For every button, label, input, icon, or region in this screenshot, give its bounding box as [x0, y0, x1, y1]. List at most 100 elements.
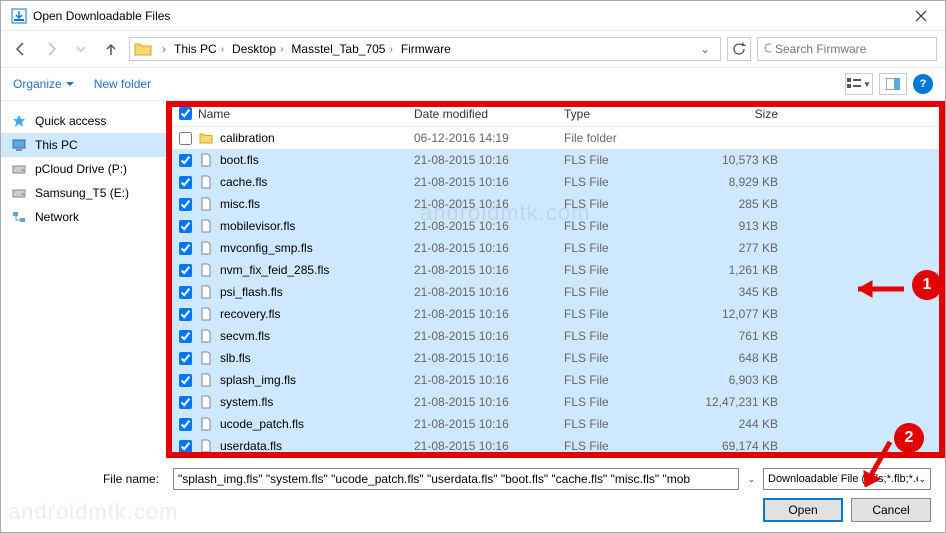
- file-row[interactable]: mvconfig_smp.fls21-08-2015 10:16FLS File…: [166, 237, 945, 259]
- file-row[interactable]: calibration06-12-2016 14:19File folder: [166, 127, 945, 149]
- row-checkbox[interactable]: [179, 418, 192, 431]
- file-size: 12,077 KB: [694, 307, 794, 321]
- toolbar: Organize New folder ▼ ?: [1, 67, 945, 101]
- file-name: cache.fls: [220, 175, 414, 189]
- forward-button[interactable]: [39, 37, 63, 61]
- file-icon: [198, 241, 214, 255]
- file-icon: [198, 373, 214, 387]
- file-list-area: Name Date modified Type Size calibration…: [166, 101, 945, 458]
- select-all-checkbox[interactable]: [179, 107, 192, 120]
- file-row[interactable]: userdata.fls21-08-2015 10:16FLS File69,1…: [166, 435, 945, 457]
- col-type[interactable]: Type: [564, 107, 694, 121]
- file-size: 285 KB: [694, 197, 794, 211]
- nav-item-this-pc[interactable]: This PC: [1, 133, 166, 157]
- preview-pane-button[interactable]: [879, 73, 907, 95]
- close-icon: [915, 10, 927, 22]
- file-type: FLS File: [564, 307, 694, 321]
- file-name: ucode_patch.fls: [220, 417, 414, 431]
- row-checkbox[interactable]: [179, 198, 192, 211]
- row-checkbox[interactable]: [179, 352, 192, 365]
- back-button[interactable]: [9, 37, 33, 61]
- nav-item-quick-access[interactable]: Quick access: [1, 109, 166, 133]
- organize-menu[interactable]: Organize: [13, 77, 74, 91]
- app-icon: [11, 8, 27, 24]
- row-checkbox[interactable]: [179, 154, 192, 167]
- file-name: mvconfig_smp.fls: [220, 241, 414, 255]
- open-button[interactable]: Open: [763, 498, 843, 522]
- file-row[interactable]: misc.fls21-08-2015 10:16FLS File285 KB: [166, 193, 945, 215]
- search-input[interactable]: [775, 42, 930, 56]
- file-size: 10,573 KB: [694, 153, 794, 167]
- nav-bar: › This PC› Desktop› Masstel_Tab_705› Fir…: [1, 31, 945, 67]
- file-icon: [198, 175, 214, 189]
- row-checkbox[interactable]: [179, 396, 192, 409]
- row-checkbox[interactable]: [179, 308, 192, 321]
- dropdown-icon: [66, 80, 74, 88]
- help-button[interactable]: ?: [913, 74, 933, 94]
- row-checkbox[interactable]: [179, 440, 192, 453]
- nav-item-samsung-t5-e-[interactable]: Samsung_T5 (E:): [1, 181, 166, 205]
- refresh-button[interactable]: [727, 37, 751, 61]
- file-date: 21-08-2015 10:16: [414, 175, 564, 189]
- row-checkbox[interactable]: [179, 242, 192, 255]
- file-type: FLS File: [564, 417, 694, 431]
- close-button[interactable]: [901, 2, 941, 30]
- breadcrumb[interactable]: Masstel_Tab_705›: [289, 42, 398, 56]
- breadcrumb[interactable]: Desktop›: [230, 42, 289, 56]
- file-row[interactable]: splash_img.fls21-08-2015 10:16FLS File6,…: [166, 369, 945, 391]
- file-row[interactable]: system.fls21-08-2015 10:16FLS File12,47,…: [166, 391, 945, 413]
- star-icon: [11, 113, 27, 129]
- file-size: 761 KB: [694, 329, 794, 343]
- file-row[interactable]: mobilevisor.fls21-08-2015 10:16FLS File9…: [166, 215, 945, 237]
- file-date: 21-08-2015 10:16: [414, 219, 564, 233]
- annotation-badge-2: 2: [894, 423, 924, 453]
- file-icon: [198, 307, 214, 321]
- file-row[interactable]: cache.fls21-08-2015 10:16FLS File8,929 K…: [166, 171, 945, 193]
- col-size[interactable]: Size: [694, 107, 794, 121]
- col-name[interactable]: Name: [198, 107, 414, 121]
- address-bar[interactable]: › This PC› Desktop› Masstel_Tab_705› Fir…: [129, 37, 721, 61]
- row-checkbox[interactable]: [179, 374, 192, 387]
- up-button[interactable]: [99, 37, 123, 61]
- cancel-button[interactable]: Cancel: [851, 498, 931, 522]
- file-date: 21-08-2015 10:16: [414, 417, 564, 431]
- file-size: 8,929 KB: [694, 175, 794, 189]
- file-row[interactable]: boot.fls21-08-2015 10:16FLS File10,573 K…: [166, 149, 945, 171]
- file-row[interactable]: slb.fls21-08-2015 10:16FLS File648 KB: [166, 347, 945, 369]
- file-type: FLS File: [564, 241, 694, 255]
- file-type: FLS File: [564, 329, 694, 343]
- file-row[interactable]: nvm_fix_feid_285.fls21-08-2015 10:16FLS …: [166, 259, 945, 281]
- file-type: FLS File: [564, 219, 694, 233]
- chevron-down-icon[interactable]: ⌄: [700, 42, 710, 56]
- file-type-filter[interactable]: Downloadable File (*.fls;*.flb;*.e⌄: [763, 468, 931, 490]
- file-row[interactable]: ucode_patch.fls21-08-2015 10:16FLS File2…: [166, 413, 945, 435]
- breadcrumb[interactable]: Firmware: [399, 42, 453, 56]
- search-box[interactable]: [757, 37, 937, 61]
- file-row[interactable]: secvm.fls21-08-2015 10:16FLS File761 KB: [166, 325, 945, 347]
- row-checkbox[interactable]: [179, 264, 192, 277]
- file-row[interactable]: psi_flash.fls21-08-2015 10:16FLS File345…: [166, 281, 945, 303]
- file-size: 1,261 KB: [694, 263, 794, 277]
- file-row[interactable]: recovery.fls21-08-2015 10:16FLS File12,0…: [166, 303, 945, 325]
- arrow-up-icon: [103, 41, 119, 57]
- file-icon: [198, 395, 214, 409]
- col-date[interactable]: Date modified: [414, 107, 564, 121]
- row-checkbox[interactable]: [179, 286, 192, 299]
- row-checkbox[interactable]: [179, 330, 192, 343]
- file-date: 21-08-2015 10:16: [414, 329, 564, 343]
- new-folder-button[interactable]: New folder: [94, 77, 151, 91]
- view-mode-button[interactable]: ▼: [845, 73, 873, 95]
- open-file-dialog: Open Downloadable Files › This PC› Deskt…: [0, 0, 946, 533]
- recent-dropdown[interactable]: [69, 37, 93, 61]
- chevron-right-icon: ›: [162, 42, 166, 56]
- row-checkbox[interactable]: [179, 220, 192, 233]
- row-checkbox[interactable]: [179, 176, 192, 189]
- row-checkbox[interactable]: [179, 132, 192, 145]
- file-date: 06-12-2016 14:19: [414, 131, 564, 145]
- file-list[interactable]: Name Date modified Type Size calibration…: [166, 101, 945, 458]
- breadcrumb[interactable]: This PC›: [172, 42, 230, 56]
- nav-item-network[interactable]: Network: [1, 205, 166, 229]
- nav-item-pcloud-drive-p-[interactable]: pCloud Drive (P:): [1, 157, 166, 181]
- filename-input[interactable]: [173, 468, 739, 490]
- file-icon: [198, 197, 214, 211]
